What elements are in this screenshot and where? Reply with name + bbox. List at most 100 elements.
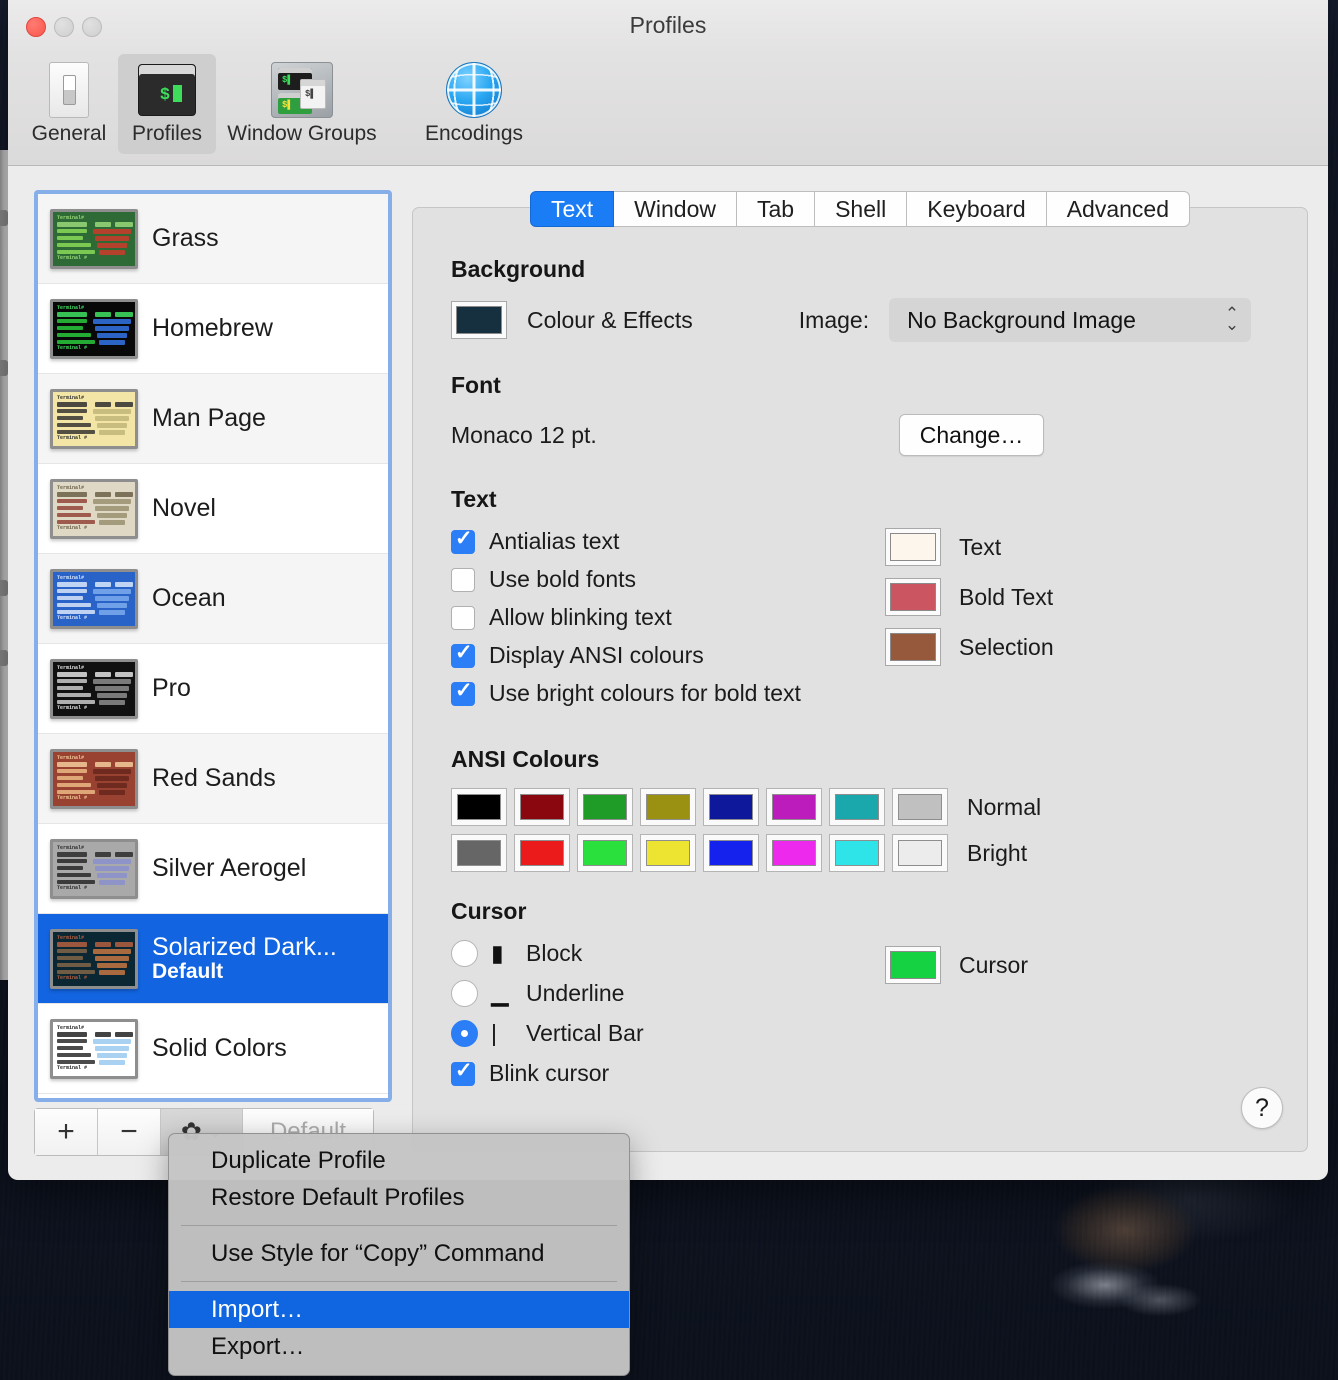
- toolbar-item-encodings[interactable]: Encodings: [388, 54, 560, 154]
- cursor-colour-row: Cursor: [885, 946, 1028, 984]
- profile-list-item[interactable]: Terminal# Terminal # Pro: [38, 644, 388, 734]
- text-checkbox-antialias-text[interactable]: Antialias text: [451, 526, 881, 555]
- checkbox-icon[interactable]: [451, 526, 475, 554]
- checkbox-icon[interactable]: [451, 1058, 475, 1086]
- sliver-nub: [0, 210, 8, 226]
- ansi-swatch-bright-6[interactable]: [829, 834, 885, 872]
- profile-list-item[interactable]: Terminal# Terminal # Novel: [38, 464, 388, 554]
- profiles-preferences-window: Profiles General $ Profiles $▌ $▌ $▌ Win…: [8, 0, 1328, 1180]
- menu-item-duplicate-profile[interactable]: Duplicate Profile: [169, 1142, 629, 1179]
- radio-label: Block: [526, 940, 583, 966]
- ansi-swatch-bright-4[interactable]: [703, 834, 759, 872]
- font-value: Monaco 12 pt.: [451, 421, 597, 448]
- colour-swatch-bold-text[interactable]: [885, 578, 941, 616]
- ansi-row-label: Bright: [967, 839, 1028, 866]
- profile-name: Silver Aerogel: [152, 854, 307, 882]
- cursor-heading: Cursor: [451, 898, 527, 924]
- menu-item-label: Export…: [211, 1332, 305, 1360]
- cursor-radio-vertical-bar[interactable]: | Vertical Bar: [451, 1020, 881, 1047]
- checkbox-label: Blink cursor: [489, 1060, 610, 1086]
- colour-swatch-text[interactable]: [885, 528, 941, 566]
- colour-swatch-selection[interactable]: [885, 628, 941, 666]
- remove-profile-button[interactable]: −: [98, 1109, 161, 1155]
- cursor-style-group: ▮ Block ▁ Underline | Vertical Bar Blink curso…: [451, 940, 881, 1098]
- menu-item-export[interactable]: Export…: [169, 1328, 629, 1365]
- profile-list-item[interactable]: Terminal# Terminal # Homebrew: [38, 284, 388, 374]
- window-titlebar: Profiles: [8, 0, 1328, 54]
- profile-name: Pro: [152, 674, 191, 702]
- cursor-radio-underline[interactable]: ▁ Underline: [451, 980, 881, 1007]
- profile-list-item[interactable]: Terminal# Terminal # Man Page: [38, 374, 388, 464]
- checkbox-icon[interactable]: [451, 567, 475, 592]
- ansi-swatch-bright-3[interactable]: [640, 834, 696, 872]
- globe-icon: [390, 60, 558, 120]
- menu-item-label: Restore Default Profiles: [211, 1183, 465, 1211]
- settings-pane: Text Window Tab Shell Keyboard Advanced Backg…: [412, 191, 1308, 1152]
- checkbox-icon[interactable]: [451, 640, 475, 668]
- menu-separator: [181, 1281, 617, 1282]
- menu-item-restore-default-profiles[interactable]: Restore Default Profiles: [169, 1179, 629, 1216]
- profile-name-block: Ocean: [152, 585, 226, 612]
- checkbox-icon[interactable]: [451, 605, 475, 630]
- menu-separator: [181, 1225, 617, 1226]
- menu-item-import[interactable]: Import…: [169, 1291, 629, 1328]
- ansi-swatch-normal-4[interactable]: [703, 788, 759, 826]
- profiles-sidebar: Terminal# Terminal # Grass Terminal# Termina…: [34, 190, 392, 1156]
- text-checkbox-display-ansi-colours[interactable]: Display ANSI colours: [451, 640, 881, 669]
- menu-item-label: Duplicate Profile: [211, 1146, 386, 1174]
- ansi-swatch-normal-7[interactable]: [892, 788, 948, 826]
- profile-name-block: Man Page: [152, 405, 266, 432]
- radio-icon[interactable]: [451, 940, 478, 967]
- help-button[interactable]: ?: [1241, 1087, 1283, 1129]
- text-colors-group: Text Bold Text Selection: [885, 528, 1054, 678]
- ansi-swatch-bright-1[interactable]: [514, 834, 570, 872]
- profile-list-item[interactable]: Terminal# Terminal # Red Sands: [38, 734, 388, 824]
- ansi-row-bright: Bright: [451, 834, 1277, 872]
- text-checkbox-use-bold-fonts[interactable]: Use bold fonts: [451, 566, 881, 593]
- ansi-swatch-normal-1[interactable]: [514, 788, 570, 826]
- profile-list-item[interactable]: Terminal# Terminal # Ocean: [38, 554, 388, 644]
- menu-item-use-style-for-copy-command[interactable]: Use Style for “Copy” Command: [169, 1235, 629, 1272]
- ansi-swatch-normal-5[interactable]: [766, 788, 822, 826]
- font-heading: Font: [451, 372, 501, 398]
- profile-list-item[interactable]: Terminal# Terminal # Solarized Dark... Defa…: [38, 914, 388, 1004]
- text-checkbox-allow-blinking-text[interactable]: Allow blinking text: [451, 604, 881, 631]
- toolbar-item-window-groups[interactable]: $▌ $▌ $▌ Window Groups: [216, 54, 388, 154]
- ansi-row-normal: Normal: [451, 788, 1277, 826]
- change-font-button[interactable]: Change…: [898, 414, 1045, 456]
- cursor-radio-block[interactable]: ▮ Block: [451, 940, 881, 967]
- profile-actions-menu[interactable]: Duplicate Profile Restore Default Profile…: [168, 1133, 630, 1376]
- ansi-swatch-bright-0[interactable]: [451, 834, 507, 872]
- toolbar-label: Encodings: [424, 122, 524, 145]
- profile-name: Homebrew: [152, 314, 273, 342]
- checkbox-label: Antialias text: [489, 528, 620, 554]
- ansi-swatch-normal-6[interactable]: [829, 788, 885, 826]
- cursor-colour-swatch[interactable]: [885, 946, 941, 984]
- toolbar-label: Window Groups: [227, 122, 377, 145]
- blink-cursor-checkbox[interactable]: Blink cursor: [451, 1058, 881, 1087]
- ansi-swatch-bright-2[interactable]: [577, 834, 633, 872]
- cursor-shape-glyph: |: [491, 1020, 497, 1046]
- profile-list[interactable]: Terminal# Terminal # Grass Terminal# Termina…: [34, 190, 392, 1102]
- menu-item-label: Use Style for “Copy” Command: [211, 1239, 545, 1267]
- profile-list-item[interactable]: Terminal# Terminal # Solid Colors: [38, 1004, 388, 1094]
- toolbar-item-profiles[interactable]: $ Profiles: [118, 54, 216, 154]
- profile-default-badge: Default: [152, 959, 224, 983]
- ansi-swatch-normal-0[interactable]: [451, 788, 507, 826]
- add-profile-button[interactable]: +: [35, 1109, 98, 1155]
- ansi-swatch-normal-3[interactable]: [640, 788, 696, 826]
- sliver-nub: [0, 580, 8, 596]
- radio-icon[interactable]: [451, 980, 478, 1007]
- checkbox-icon[interactable]: [451, 678, 475, 706]
- ansi-swatch-normal-2[interactable]: [577, 788, 633, 826]
- profile-list-item[interactable]: Terminal# Terminal # Grass: [38, 194, 388, 284]
- ansi-swatch-bright-5[interactable]: [766, 834, 822, 872]
- toolbar-item-general[interactable]: General: [20, 54, 118, 154]
- text-checkbox-use-bright-colours-for-bold-text[interactable]: Use bright colours for bold text: [451, 678, 881, 707]
- profile-thumbnail: Terminal# Terminal #: [50, 568, 138, 629]
- background-colour-swatch[interactable]: [451, 301, 507, 339]
- radio-icon[interactable]: [451, 1020, 478, 1047]
- ansi-swatch-bright-7[interactable]: [892, 834, 948, 872]
- profile-list-item[interactable]: Terminal# Terminal # Silver Aerogel: [38, 824, 388, 914]
- background-image-select[interactable]: No Background Image ⌃ ⌄: [889, 298, 1252, 342]
